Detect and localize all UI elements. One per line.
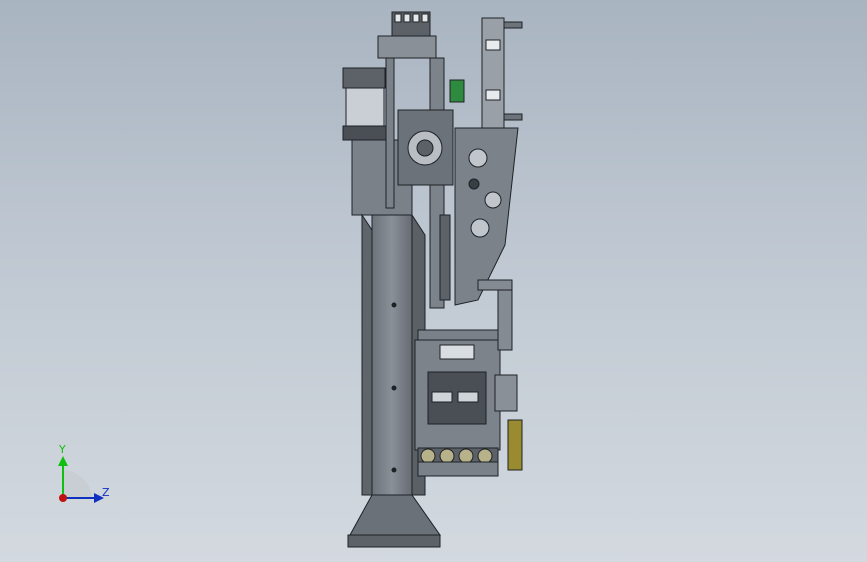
pneumatic-cylinder bbox=[481, 17, 523, 129]
motor-assembly bbox=[342, 67, 388, 141]
lower-fixture bbox=[414, 279, 523, 477]
y-axis-arrow-icon bbox=[58, 456, 68, 466]
orientation-triad bbox=[58, 456, 104, 503]
cad-model-viewport[interactable] bbox=[0, 0, 867, 562]
z-axis-label: Z bbox=[102, 486, 110, 499]
y-axis-label: Y bbox=[59, 443, 66, 456]
